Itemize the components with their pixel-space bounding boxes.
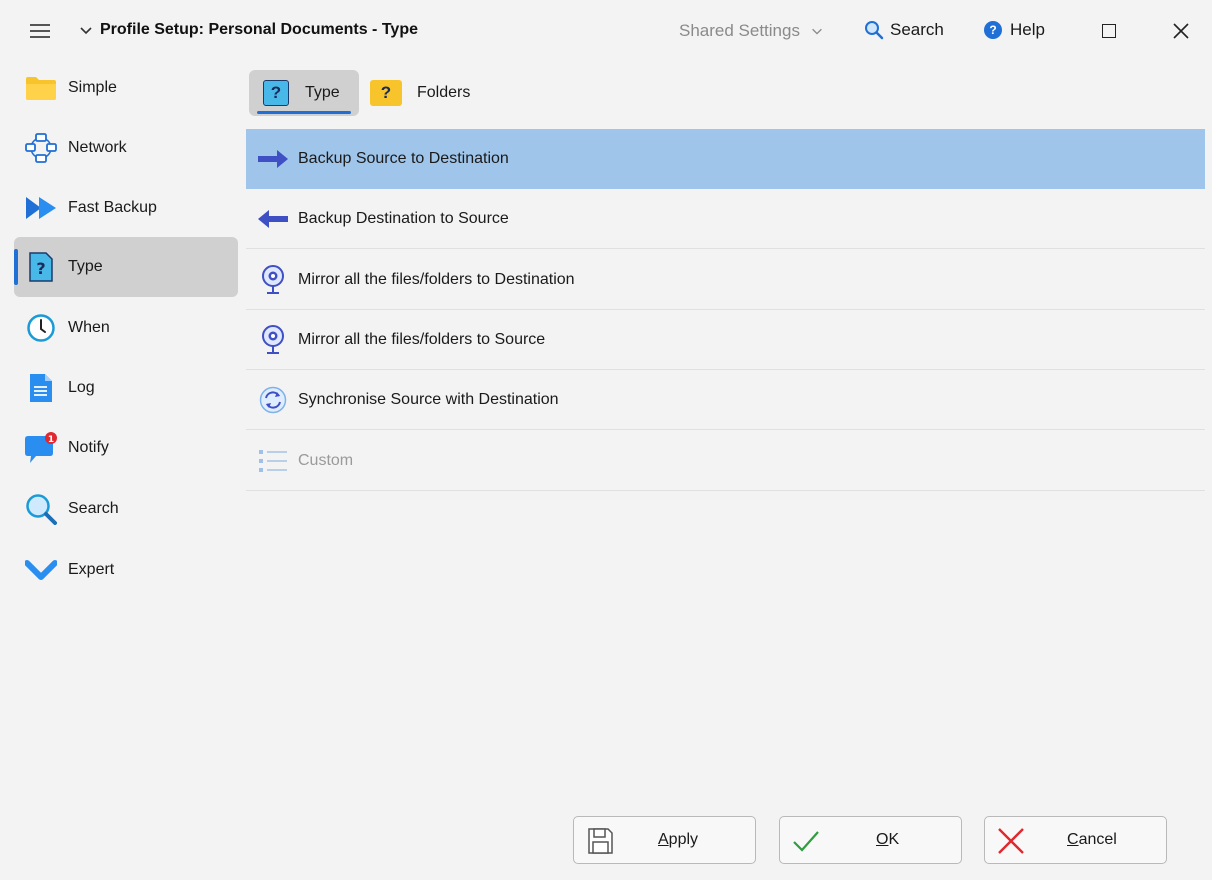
question-doc-icon: ? (24, 250, 58, 284)
sidebar-item-label: Log (68, 379, 95, 396)
title-bar: Profile Setup: Personal Documents - Type… (0, 0, 1212, 62)
save-icon (588, 828, 613, 854)
clock-icon (24, 311, 58, 345)
sidebar-item-label: Simple (68, 79, 117, 96)
apply-label: Apply (658, 831, 699, 848)
folder-icon (24, 71, 58, 105)
sidebar-item-notify[interactable]: 1 Notify (14, 418, 238, 478)
window-title: Profile Setup: Personal Documents - Type (100, 21, 418, 38)
sidebar-item-type[interactable]: ? Type (14, 237, 238, 297)
help-button[interactable]: ? Help (984, 20, 1045, 40)
sidebar-item-label: Search (68, 500, 119, 517)
sidebar-item-log[interactable]: Log (14, 358, 238, 418)
option-label: Synchronise Source with Destination (298, 390, 559, 408)
sidebar-item-expert[interactable]: Expert (14, 540, 238, 600)
sidebar-item-label: Fast Backup (68, 199, 157, 216)
fast-forward-icon (24, 191, 58, 225)
network-icon (24, 131, 58, 165)
question-doc-icon: ? (263, 80, 289, 106)
option-label: Mirror all the files/folders to Destinat… (298, 270, 575, 288)
sidebar: Simple Network Fast Backup ? Type When L… (0, 62, 240, 880)
help-label: Help (1010, 20, 1045, 39)
sync-icon (256, 385, 290, 415)
option-backup-destination-to-source[interactable]: Backup Destination to Source (246, 189, 1205, 249)
ok-button[interactable]: OK (779, 816, 962, 864)
option-custom[interactable]: Custom (246, 431, 1205, 491)
sidebar-item-label: Type (68, 258, 103, 275)
document-icon (24, 371, 58, 405)
tab-label: Folders (417, 84, 471, 101)
cross-icon (998, 828, 1024, 854)
option-backup-source-to-destination[interactable]: Backup Source to Destination (246, 129, 1205, 189)
search-button[interactable]: Search (864, 20, 944, 40)
cancel-button[interactable]: Cancel (984, 816, 1167, 864)
mirror-icon (256, 324, 290, 355)
sidebar-item-label: Expert (68, 561, 115, 578)
cancel-label: Cancel (1067, 831, 1117, 848)
shared-settings-dropdown[interactable]: Shared Settings (679, 21, 800, 41)
option-mirror-to-source[interactable]: Mirror all the files/folders to Source (246, 310, 1205, 370)
chat-bubble-icon: 1 (24, 431, 58, 465)
shared-settings-chevron-icon[interactable] (810, 24, 824, 38)
sidebar-item-network[interactable]: Network (14, 118, 238, 178)
tab-folders[interactable]: ? Folders (362, 70, 482, 116)
question-folder-icon: ? (370, 80, 402, 106)
sidebar-item-label: When (68, 319, 110, 336)
sidebar-item-fast-backup[interactable]: Fast Backup (14, 178, 238, 238)
option-label: Backup Destination to Source (298, 209, 509, 227)
maximize-button[interactable] (1102, 24, 1116, 38)
sidebar-item-search[interactable]: Search (14, 479, 238, 539)
magnifier-icon (24, 492, 58, 526)
sidebar-item-label: Network (68, 139, 127, 156)
tab-label: Type (305, 84, 340, 101)
sidebar-item-label: Notify (68, 439, 109, 456)
hamburger-menu-icon[interactable] (30, 20, 50, 42)
option-label: Custom (298, 451, 354, 469)
list-icon (256, 446, 290, 476)
search-icon (865, 21, 884, 40)
help-icon: ? (984, 21, 1002, 39)
tab-type[interactable]: ? Type (249, 70, 359, 116)
arrow-right-icon (256, 144, 290, 174)
option-label: Mirror all the files/folders to Source (298, 330, 546, 348)
checkmark-icon (793, 831, 819, 852)
sidebar-item-when[interactable]: When (14, 298, 238, 358)
ok-label: OK (876, 831, 900, 848)
option-synchronise[interactable]: Synchronise Source with Destination (246, 370, 1205, 430)
apply-button[interactable]: Apply (573, 816, 756, 864)
option-mirror-to-destination[interactable]: Mirror all the files/folders to Destinat… (246, 250, 1205, 310)
chevron-down-icon[interactable] (78, 22, 94, 38)
option-label: Backup Source to Destination (298, 150, 509, 167)
sidebar-item-simple[interactable]: Simple (14, 58, 238, 118)
notify-badge: 1 (48, 435, 54, 445)
arrow-left-icon (256, 204, 290, 234)
search-label: Search (890, 20, 944, 39)
svg-text:?: ? (36, 259, 45, 278)
chevron-check-icon (24, 553, 58, 587)
mirror-icon (256, 264, 290, 295)
close-icon[interactable] (1172, 22, 1190, 40)
